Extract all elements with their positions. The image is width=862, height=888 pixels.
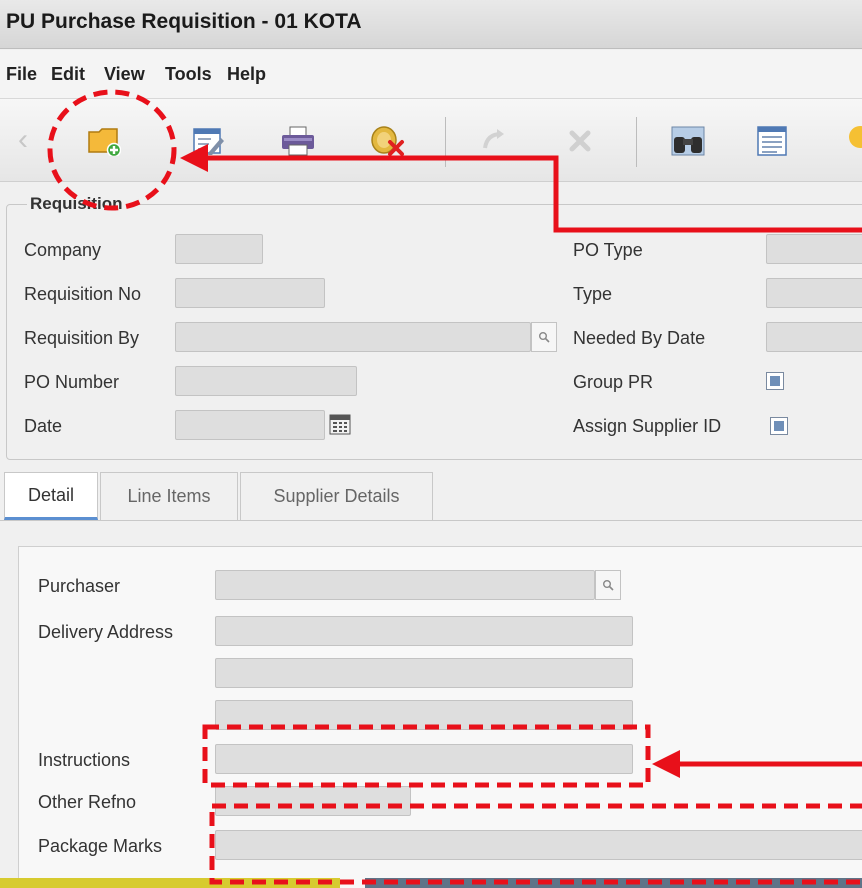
purchase-requisition-window: PU Purchase Requisition - 01 KOTA File E… [0,0,862,888]
annotation-overlay [47,89,862,885]
